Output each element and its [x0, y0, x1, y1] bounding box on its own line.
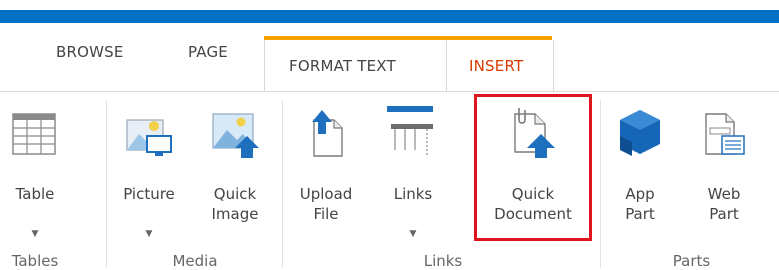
group-label-parts: Parts [672, 252, 711, 270]
quick-image-button[interactable]: Quick Image [200, 96, 270, 238]
highlight-box [474, 94, 592, 241]
group-separator [106, 100, 107, 268]
ribbon-panel: Table ▼ Tables Picture ▼ Quick Image Med… [0, 91, 779, 270]
links-dropdown-arrow[interactable]: ▼ [378, 229, 448, 239]
tab-insert[interactable]: INSERT [446, 40, 554, 93]
quick-image-label-line2: Image [211, 205, 259, 223]
tab-format-text-label: FORMAT TEXT [289, 57, 396, 75]
group-label-links: Links [423, 252, 463, 270]
quick-image-icon [207, 106, 263, 162]
upload-file-icon [298, 106, 354, 162]
tab-page[interactable]: PAGE [188, 36, 228, 68]
suite-bar [0, 10, 779, 23]
picture-icon [121, 106, 177, 162]
upload-file-label-line2: File [313, 205, 339, 223]
tab-insert-label: INSERT [469, 57, 524, 75]
web-part-icon [696, 106, 752, 162]
table-label: Table [15, 185, 55, 203]
upload-file-label-line1: Upload [299, 185, 353, 203]
links-label: Links [393, 185, 433, 203]
quick-image-label: Quick Image [200, 184, 270, 224]
upload-file-button[interactable]: Upload File [290, 96, 362, 238]
quick-image-label-line1: Quick [213, 185, 257, 203]
app-part-button[interactable]: App Part [608, 96, 672, 238]
table-button[interactable]: Table ▼ [7, 96, 63, 239]
web-part-button[interactable]: Web Part [692, 96, 756, 238]
app-part-label-line2: Part [625, 205, 655, 223]
tab-browse[interactable]: BROWSE [56, 36, 124, 68]
app-part-icon [612, 106, 668, 162]
upload-file-label: Upload File [290, 184, 362, 224]
web-part-label: Web Part [692, 184, 756, 224]
web-part-label-line1: Web [707, 185, 741, 203]
table-dropdown-arrow[interactable]: ▼ [8, 229, 62, 239]
picture-button[interactable]: Picture ▼ [114, 96, 184, 239]
app-part-label: App Part [608, 184, 672, 224]
top-strip [0, 0, 779, 10]
links-button[interactable]: Links ▼ [378, 96, 448, 239]
group-separator [600, 100, 601, 268]
web-part-label-line2: Part [709, 205, 739, 223]
group-label-media: Media [172, 252, 218, 270]
table-icon [7, 106, 63, 162]
links-icon [385, 106, 441, 162]
group-label-tables: Tables [11, 252, 59, 270]
picture-dropdown-arrow[interactable]: ▼ [114, 229, 184, 239]
picture-label: Picture [123, 185, 175, 203]
group-separator [282, 100, 283, 268]
app-part-label-line1: App [625, 185, 655, 203]
tab-format-text[interactable]: FORMAT TEXT [264, 40, 448, 92]
